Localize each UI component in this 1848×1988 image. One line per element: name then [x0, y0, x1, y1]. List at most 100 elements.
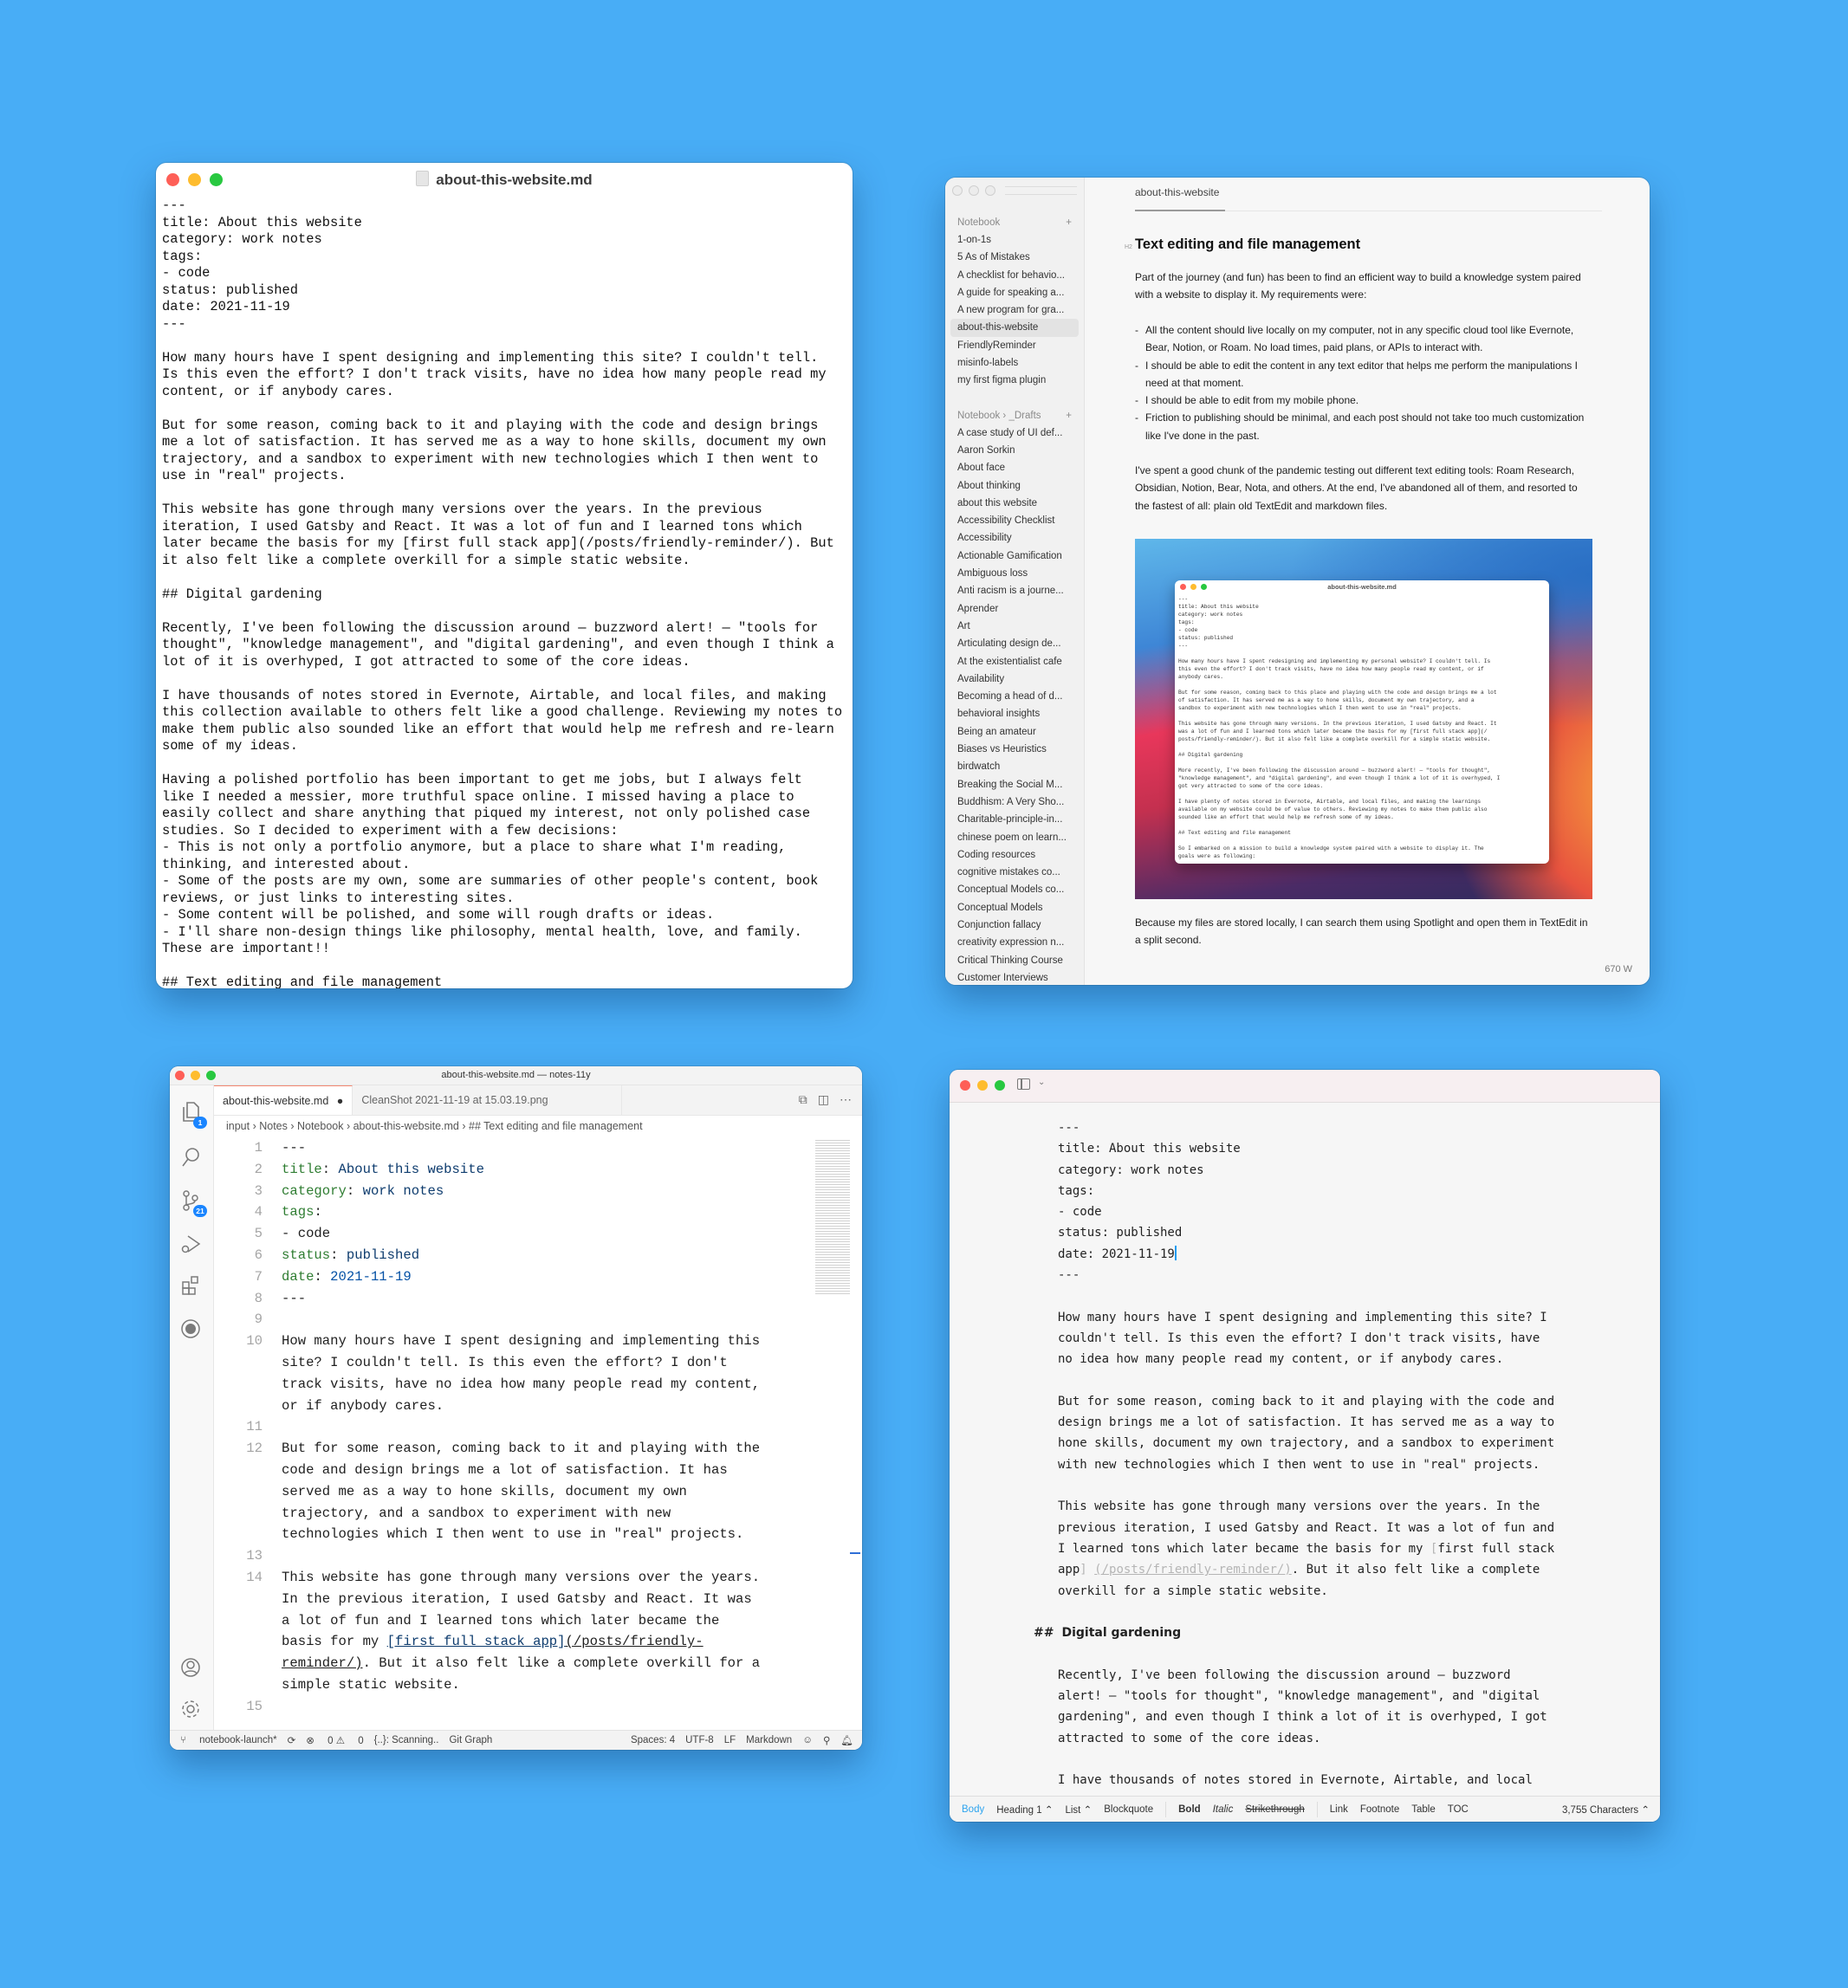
sidebar-note-item[interactable]: Breaking the Social M... — [950, 776, 1079, 793]
run-debug-icon[interactable] — [179, 1233, 202, 1255]
breadcrumb-item[interactable]: Notes — [259, 1120, 288, 1132]
sidebar-note-item[interactable]: Customer Interviews — [950, 969, 1079, 985]
scanning-status[interactable]: {..}: Scanning.. — [374, 1735, 439, 1745]
sidebar-note-item[interactable]: cognitive mistakes co... — [950, 864, 1079, 881]
sidebar-note-item[interactable]: misinfo-labels — [950, 354, 1079, 372]
body-style-button[interactable]: Body — [962, 1804, 984, 1815]
sidebar-note-item[interactable]: Conceptual Models — [950, 899, 1079, 916]
heading-style-dropdown[interactable]: Heading 1 ⌃ — [996, 1803, 1053, 1816]
strikethrough-button[interactable]: Strikethrough — [1245, 1804, 1304, 1815]
close-button[interactable] — [952, 185, 963, 196]
sidebar-note-item[interactable]: about-this-website — [950, 319, 1079, 337]
sidebar-note-item[interactable]: Buddhism: A Very Sho... — [950, 793, 1079, 811]
drag-handle[interactable] — [1005, 186, 1077, 195]
sidebar-note-item[interactable]: About face — [950, 459, 1079, 476]
feedback-icon[interactable]: ⚲ — [823, 1734, 830, 1746]
footnote-button[interactable]: Footnote — [1360, 1804, 1399, 1815]
table-button[interactable]: Table — [1411, 1804, 1436, 1815]
sidebar-note-item[interactable]: creativity expression n... — [950, 934, 1079, 951]
minimap[interactable] — [815, 1140, 850, 1296]
italic-button[interactable]: Italic — [1213, 1804, 1234, 1815]
settings-gear-icon[interactable] — [179, 1698, 202, 1720]
code-editor[interactable]: 1 --- 2 title: About this website 3 category:… — [214, 1137, 810, 1731]
sidebar-note-item[interactable]: Actionable Gamification — [950, 547, 1079, 565]
zoom-button[interactable] — [995, 1080, 1005, 1091]
search-icon[interactable] — [179, 1146, 202, 1169]
sidebar-note-item[interactable]: Being an amateur — [950, 723, 1079, 741]
sidebar-note-item[interactable]: Critical Thinking Course — [950, 952, 1079, 969]
eol-status[interactable]: LF — [724, 1735, 736, 1745]
list-style-dropdown[interactable]: List ⌃ — [1065, 1803, 1092, 1816]
sidebar-note-item[interactable]: FriendlyReminder — [950, 337, 1079, 354]
sidebar-note-item[interactable]: about this website — [950, 495, 1079, 512]
sidebar-note-item[interactable]: About thinking — [950, 477, 1079, 495]
sidebar-note-item[interactable]: Accessibility — [950, 529, 1079, 547]
sidebar-note-item[interactable]: A new program for gra... — [950, 301, 1079, 319]
explorer-icon[interactable]: 1 — [179, 1101, 207, 1129]
sync-icon[interactable]: ⟳ — [288, 1734, 296, 1746]
indentation-status[interactable]: Spaces: 4 — [631, 1735, 675, 1745]
markdown-link-text[interactable]: [first full stack app] — [387, 1634, 566, 1649]
sidebar-note-item[interactable]: Articulating design de... — [950, 635, 1079, 652]
language-mode[interactable]: Markdown — [746, 1735, 792, 1745]
character-count-dropdown[interactable]: 3,755 Characters ⌃ — [1562, 1803, 1650, 1816]
extensions-icon[interactable] — [179, 1274, 202, 1297]
sidebar-note-item[interactable]: Charitable-principle-in... — [950, 811, 1079, 828]
unsaved-dot-icon[interactable]: ● — [337, 1095, 344, 1107]
sidebar-note-item[interactable]: At the existentialist cafe — [950, 653, 1079, 670]
add-draft-button[interactable]: + — [1066, 407, 1072, 424]
source-control-icon[interactable]: 21 — [179, 1189, 207, 1217]
sidebar-note-item[interactable]: Anti racism is a journe... — [950, 582, 1079, 599]
breadcrumb-item[interactable]: ## Text editing and file management — [469, 1120, 643, 1132]
link-url[interactable]: (/posts/friendly-reminder/) — [1094, 1563, 1292, 1577]
note-editor[interactable]: about-this-website H2 Text editing and f… — [1085, 178, 1650, 985]
blockquote-button[interactable]: Blockquote — [1104, 1804, 1153, 1815]
sidebar-note-item[interactable]: Conjunction fallacy — [950, 916, 1079, 934]
problems-indicator[interactable]: ⊗ 0 ⚠ 0 — [306, 1734, 363, 1746]
copilot-icon[interactable]: ☺ — [802, 1735, 813, 1745]
close-button[interactable] — [960, 1080, 970, 1091]
scrollbar-marker[interactable] — [850, 1552, 860, 1554]
editor-content[interactable]: --- title: About this website category: wo… — [1034, 1117, 1560, 1822]
notifications-bell-icon[interactable]: 🔔︎ — [840, 1734, 853, 1746]
tab-about-this-website[interactable]: about-this-website.md ● — [214, 1085, 353, 1115]
sidebar-note-item[interactable]: Ambiguous loss — [950, 565, 1079, 582]
sidebar-note-item[interactable]: Aaron Sorkin — [950, 442, 1079, 459]
sidebar-note-item[interactable]: A guide for speaking a... — [950, 284, 1079, 301]
word-count[interactable]: 670 W — [1605, 964, 1632, 975]
breadcrumb-item[interactable]: input — [226, 1120, 250, 1132]
account-icon[interactable] — [179, 1656, 202, 1679]
github-icon[interactable] — [179, 1318, 202, 1340]
document-tab[interactable]: about-this-website — [1135, 186, 1219, 198]
more-actions-icon[interactable]: ⋯ — [840, 1092, 852, 1107]
bold-button[interactable]: Bold — [1178, 1804, 1201, 1815]
chevron-down-icon[interactable]: ⌄ — [1038, 1078, 1045, 1087]
git-graph-button[interactable]: Git Graph — [449, 1735, 492, 1745]
sidebar-note-item[interactable]: Becoming a head of d... — [950, 688, 1079, 705]
zoom-button[interactable] — [985, 185, 995, 196]
sidebar-note-item[interactable]: Conceptual Models co... — [950, 881, 1079, 898]
breadcrumb-item[interactable]: Notebook — [297, 1120, 344, 1132]
sidebar-note-item[interactable]: behavioral insights — [950, 705, 1079, 722]
minimize-button[interactable] — [969, 185, 979, 196]
tab-cleanshot-image[interactable]: CleanShot 2021-11-19 at 15.03.19.png — [353, 1085, 623, 1115]
sidebar-note-item[interactable]: Coding resources — [950, 846, 1079, 864]
sidebar-note-item[interactable]: Aprender — [950, 600, 1079, 618]
split-editor-icon[interactable]: ◫ — [818, 1092, 829, 1107]
branch-indicator[interactable]: ⑂ notebook-launch* — [180, 1735, 277, 1745]
open-preview-icon[interactable]: ⧉ — [799, 1092, 807, 1107]
sidebar-note-item[interactable]: 5 As of Mistakes — [950, 249, 1079, 266]
link-button[interactable]: Link — [1330, 1804, 1348, 1815]
breadcrumb-item[interactable]: about-this-website.md — [353, 1120, 459, 1132]
sidebar-note-item[interactable]: 1-on-1s — [950, 231, 1079, 249]
sidebar-note-item[interactable]: Art — [950, 618, 1079, 635]
sidebar-note-item[interactable]: A checklist for behavio... — [950, 267, 1079, 284]
sidebar-note-item[interactable]: birdwatch — [950, 758, 1079, 775]
minimize-button[interactable] — [977, 1080, 988, 1091]
toc-button[interactable]: TOC — [1448, 1804, 1469, 1815]
encoding-status[interactable]: UTF-8 — [685, 1735, 714, 1745]
sidebar-note-item[interactable]: Biases vs Heuristics — [950, 741, 1079, 758]
sidebar-note-item[interactable]: A case study of UI def... — [950, 424, 1079, 442]
add-note-button[interactable]: + — [1066, 214, 1072, 231]
sidebar-note-item[interactable]: Availability — [950, 670, 1079, 688]
